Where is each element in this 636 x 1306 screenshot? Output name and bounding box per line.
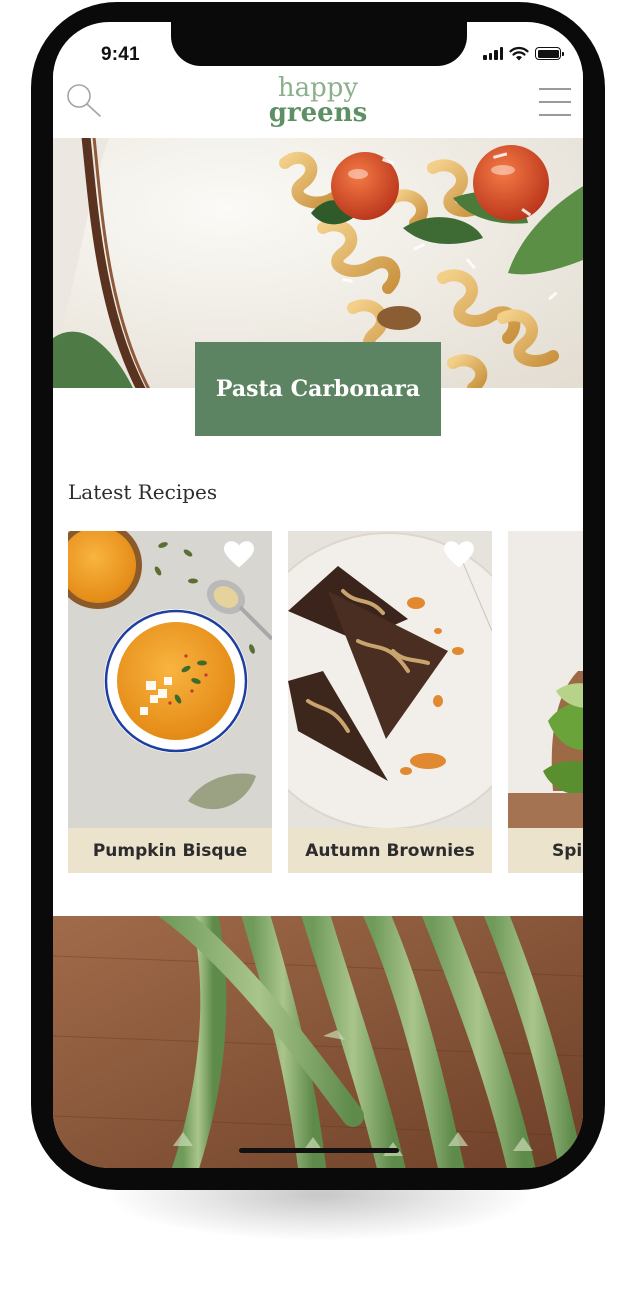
status-icons bbox=[483, 46, 564, 61]
wifi-icon bbox=[509, 46, 529, 61]
status-time: 9:41 bbox=[101, 44, 140, 65]
heart-icon[interactable] bbox=[444, 541, 474, 569]
battery-icon bbox=[535, 47, 564, 60]
recipe-image bbox=[508, 531, 583, 828]
app-header: happy greens bbox=[53, 70, 583, 138]
brand-logo[interactable]: happy greens bbox=[53, 75, 583, 128]
recipe-image bbox=[68, 531, 272, 828]
recipe-card[interactable]: Autumn Brownies bbox=[288, 531, 492, 873]
featured-image-asparagus[interactable] bbox=[53, 916, 583, 1168]
signal-icon bbox=[483, 47, 503, 60]
menu-icon bbox=[539, 88, 571, 90]
logo-line-2: greens bbox=[268, 98, 368, 128]
recipe-carousel[interactable]: Pumpkin Bisque Autumn Brownies Spi bbox=[68, 531, 583, 873]
app-screen: 9:41 happy greens Pasta Carbonara Latest… bbox=[53, 22, 583, 1168]
recipe-card[interactable]: Pumpkin Bisque bbox=[68, 531, 272, 873]
recipe-title: Autumn Brownies bbox=[288, 828, 492, 873]
phone-notch bbox=[171, 22, 467, 66]
recipe-title: Spi bbox=[508, 828, 583, 873]
recipe-title: Pumpkin Bisque bbox=[68, 828, 272, 873]
home-indicator[interactable] bbox=[239, 1148, 399, 1153]
hero-title[interactable]: Pasta Carbonara bbox=[195, 342, 441, 436]
section-title-latest-recipes: Latest Recipes bbox=[68, 480, 218, 504]
recipe-image bbox=[288, 531, 492, 828]
menu-button[interactable] bbox=[537, 84, 573, 118]
heart-icon[interactable] bbox=[224, 541, 254, 569]
recipe-card[interactable]: Spi bbox=[508, 531, 583, 873]
